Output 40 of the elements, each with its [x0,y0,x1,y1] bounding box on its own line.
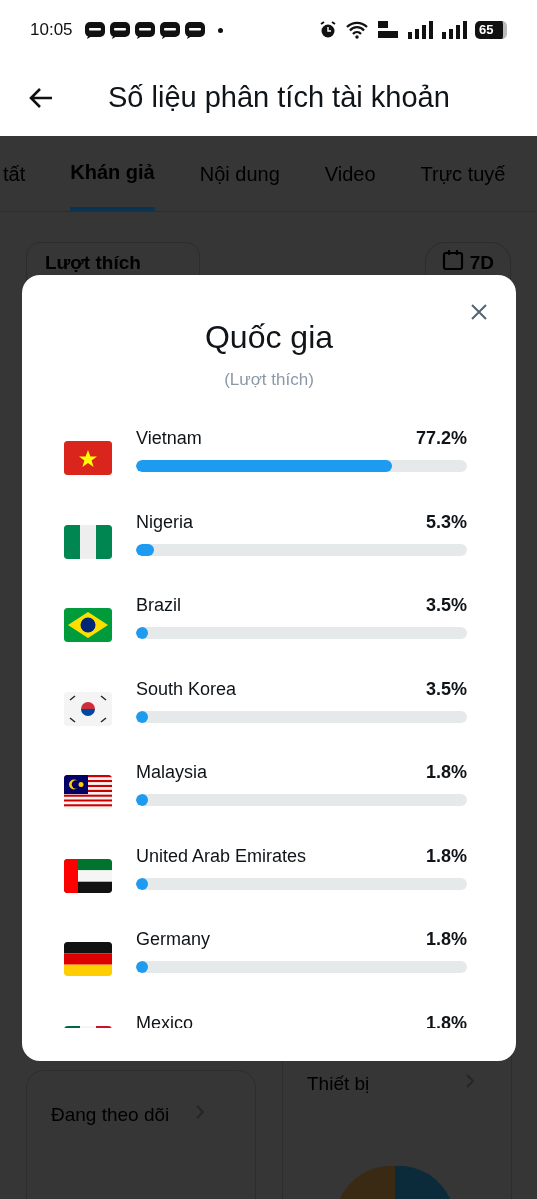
wifi-icon [345,21,369,39]
country-percent: 1.8% [425,844,467,868]
country-percent: 1.8% [425,1011,467,1028]
chat-app-icon [84,21,105,39]
flag-icon [64,775,112,809]
country-name: Malaysia [136,761,208,784]
modal-title: Quốc gia [204,318,334,357]
country-name: South Korea [136,677,237,701]
alarm-icon [319,21,337,39]
flag-icon [64,942,112,976]
signal-icon [441,21,467,39]
chat-app-icon [109,21,130,39]
country-percent: 3.5% [425,594,467,617]
country-name: Nigeria [136,510,194,534]
country-name: United Arab Emirates [136,844,307,868]
flag-icon [64,608,112,642]
back-arrow-icon[interactable] [28,87,54,109]
battery-indicator: 65 [475,21,507,39]
page-title: Số liệu phân tích tài khoản [108,80,450,116]
modal-subtitle: (Lượt thích) [224,369,314,391]
flag-icon [64,691,112,726]
country-percent: 77.2% [415,427,467,450]
country-name: Brazil [136,594,181,617]
country-percent: 5.3% [425,510,467,534]
signal-icon [407,21,433,39]
flag-icon [64,524,112,559]
close-icon[interactable] [471,304,487,320]
status-time: 10:05 [30,19,73,42]
country-name: Germany [136,928,211,951]
country-percent: 3.5% [425,677,467,701]
flag-icon [64,441,112,475]
country-percent: 1.8% [425,761,467,784]
flag-icon [64,858,112,893]
calendar-icon [441,249,464,271]
country-name: Vietnam [136,427,202,450]
chat-app-icon [134,21,155,39]
country-percent: 1.8% [425,928,467,951]
country-name: Mexico [136,1011,193,1028]
chat-app-icon [159,21,180,39]
chat-app-icon [184,21,205,39]
